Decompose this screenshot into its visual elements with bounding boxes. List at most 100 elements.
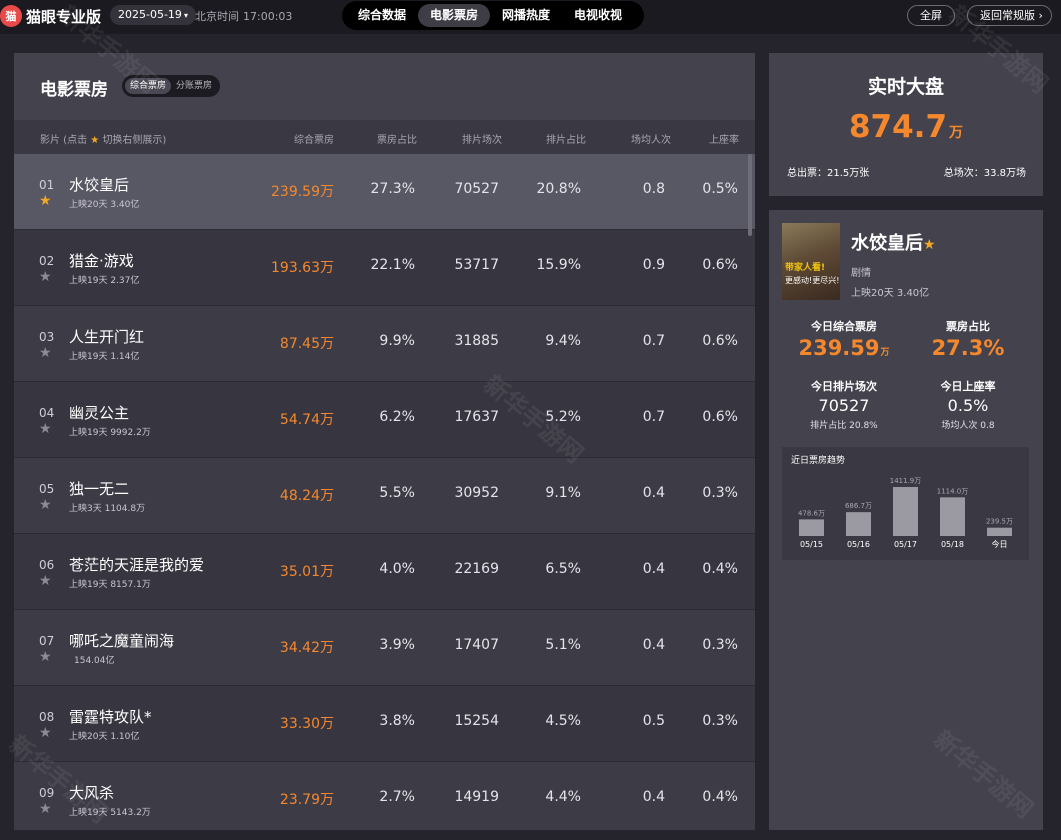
header-bo-ratio[interactable]: 票房占比 bbox=[377, 131, 417, 146]
total-tickets: 总出票：21.5万张 bbox=[787, 168, 870, 179]
table-row[interactable]: 09 ★ 大风杀 上映19天 5143.2万 23.79万 2.7% 14919… bbox=[14, 762, 755, 830]
row-session-ratio: 20.8% bbox=[536, 181, 581, 197]
toggle-combined[interactable]: 综合票房 bbox=[125, 78, 172, 94]
table-row[interactable]: 07 ★ 哪吒之魔童闹海 154.04亿 34.42万 3.9% 17407 5… bbox=[14, 610, 755, 686]
fullscreen-button[interactable]: 全屏 bbox=[907, 5, 955, 26]
app-logo[interactable]: 猫 猫眼专业版 bbox=[0, 4, 101, 28]
app-title: 猫眼专业版 bbox=[26, 7, 102, 26]
tab-tv-ratings[interactable]: 电视收视 bbox=[562, 4, 634, 27]
poster-text-2: 更感动!更尽兴! bbox=[785, 276, 840, 285]
star-icon[interactable]: ★ bbox=[39, 725, 52, 741]
chevron-right-icon: › bbox=[1038, 9, 1043, 22]
row-box-office: 54.74万 bbox=[279, 412, 334, 428]
star-icon[interactable]: ★ bbox=[39, 497, 52, 513]
star-icon[interactable]: ★ bbox=[39, 193, 52, 209]
header-occupancy[interactable]: 上座率 bbox=[709, 131, 739, 146]
row-session-ratio: 5.1% bbox=[545, 637, 581, 653]
row-rank: 07 bbox=[39, 634, 55, 648]
row-sessions: 31885 bbox=[454, 333, 499, 349]
row-rank: 06 bbox=[39, 558, 55, 572]
row-occupancy: 0.3% bbox=[702, 637, 738, 653]
back-to-regular-button[interactable]: 返回常规版 › bbox=[967, 5, 1052, 26]
movie-detail-panel: 带家人看! 更感动!更尽兴! 水饺皇后★ 剧情 上映20天 3.40亿 今日综合… bbox=[769, 210, 1043, 830]
trend-category-label: 今日 bbox=[992, 539, 1008, 549]
row-session-ratio: 6.5% bbox=[545, 561, 581, 577]
row-per-session: 0.7 bbox=[642, 409, 665, 425]
stat-sub: 排片占比 20.8% bbox=[810, 421, 878, 431]
row-session-ratio: 9.1% bbox=[545, 485, 581, 501]
table-row[interactable]: 03 ★ 人生开门红 上映19天 1.14亿 87.45万 9.9% 31885… bbox=[14, 306, 755, 382]
star-icon[interactable]: ★ bbox=[39, 649, 52, 665]
beijing-clock: 北京时间 17:00:03 bbox=[195, 8, 292, 24]
stat-label: 今日排片场次 bbox=[811, 380, 877, 393]
stat-value: 0.5% bbox=[947, 396, 989, 415]
star-icon[interactable]: ★ bbox=[39, 421, 52, 437]
row-box-office: 23.79万 bbox=[279, 792, 334, 808]
row-meta: 上映3天 1104.8万 bbox=[69, 504, 146, 514]
row-box-office: 33.30万 bbox=[279, 716, 334, 732]
star-icon[interactable]: ★ bbox=[39, 573, 52, 589]
header-film-prefix: 影片 (点击 bbox=[40, 135, 88, 146]
stat-today-occupancy: 今日上座率 0.5% 场均人次 0.8 bbox=[903, 378, 1033, 431]
movie-list: 01 ★ 水饺皇后 上映20天 3.40亿 239.59万 27.3% 7052… bbox=[14, 154, 755, 830]
row-sessions: 17637 bbox=[454, 409, 499, 425]
row-meta: 154.04亿 bbox=[74, 656, 115, 666]
row-per-session: 0.8 bbox=[642, 181, 665, 197]
stat-today-sessions: 今日排片场次 70527 排片占比 20.8% bbox=[779, 378, 909, 431]
list-scrollbar[interactable] bbox=[748, 154, 752, 236]
toggle-split[interactable]: 分账票房 bbox=[171, 78, 217, 94]
row-per-session: 0.7 bbox=[642, 333, 665, 349]
row-per-session: 0.4 bbox=[642, 485, 665, 501]
trend-category-label: 05/16 bbox=[847, 540, 870, 549]
trend-bar bbox=[799, 519, 824, 536]
trend-value-label: 478.6万 bbox=[798, 509, 825, 517]
tab-web-heat[interactable]: 网播热度 bbox=[490, 4, 562, 27]
date-value: 2025-05-19 bbox=[118, 8, 182, 21]
row-per-session: 0.9 bbox=[642, 257, 665, 273]
row-bo-ratio: 9.9% bbox=[379, 333, 415, 349]
table-row[interactable]: 02 ★ 猎金·游戏 上映19天 2.37亿 193.63万 22.1% 537… bbox=[14, 230, 755, 306]
row-bo-ratio: 3.8% bbox=[379, 713, 415, 729]
star-icon[interactable]: ★ bbox=[39, 801, 52, 817]
trend-category-label: 05/15 bbox=[800, 540, 823, 549]
top-bar: 猫 猫眼专业版 2025-05-19 ▾ 北京时间 17:00:03 综合数据 电影… bbox=[0, 0, 1061, 34]
row-rank: 03 bbox=[39, 330, 55, 344]
row-sessions: 53717 bbox=[454, 257, 499, 273]
star-icon[interactable]: ★ bbox=[39, 269, 52, 285]
recent-trend-chart: 478.6万 05/15 686.7万 05/16 1411.9万 05/17 1114.0… bbox=[782, 447, 1029, 560]
table-row[interactable]: 06 ★ 苍茫的天涯是我的爱 上映19天 8157.1万 35.01万 4.0%… bbox=[14, 534, 755, 610]
row-occupancy: 0.6% bbox=[702, 257, 738, 273]
header-box-office[interactable]: 综合票房 bbox=[294, 131, 334, 146]
box-office-type-toggle: 综合票房 分账票房 bbox=[122, 75, 221, 97]
date-picker[interactable]: 2025-05-19 ▾ bbox=[110, 5, 196, 25]
row-sessions: 17407 bbox=[454, 637, 499, 653]
header-film: 影片 (点击 ★ 切换右侧展示) bbox=[40, 131, 166, 146]
tab-overview[interactable]: 综合数据 bbox=[346, 4, 418, 27]
tab-movie-box-office[interactable]: 电影票房 bbox=[418, 4, 491, 27]
row-name: 幽灵公主 bbox=[69, 404, 130, 422]
table-row[interactable]: 08 ★ 雷霆特攻队* 上映20天 1.10亿 33.30万 3.8% 1525… bbox=[14, 686, 755, 762]
star-icon[interactable]: ★ bbox=[39, 345, 52, 361]
row-bo-ratio: 2.7% bbox=[379, 789, 415, 805]
header-sessions[interactable]: 排片场次 bbox=[462, 131, 502, 146]
trend-bar bbox=[940, 497, 965, 536]
star-icon: ★ bbox=[90, 135, 100, 146]
table-row[interactable]: 04 ★ 幽灵公主 上映19天 9992.2万 54.74万 6.2% 1763… bbox=[14, 382, 755, 458]
row-box-office: 87.45万 bbox=[279, 336, 334, 352]
total-sessions: 总场次：33.8万场 bbox=[943, 168, 1026, 179]
detail-name-text: 水饺皇后 bbox=[851, 233, 923, 254]
table-row[interactable]: 01 ★ 水饺皇后 上映20天 3.40亿 239.59万 27.3% 7052… bbox=[14, 154, 755, 230]
row-rank: 08 bbox=[39, 710, 55, 724]
row-bo-ratio: 6.2% bbox=[379, 409, 415, 425]
table-row[interactable]: 05 ★ 独一无二 上映3天 1104.8万 48.24万 5.5% 30952… bbox=[14, 458, 755, 534]
row-session-ratio: 15.9% bbox=[536, 257, 581, 273]
row-per-session: 0.5 bbox=[642, 713, 665, 729]
trend-value-label: 1411.9万 bbox=[890, 477, 922, 485]
header-session-ratio[interactable]: 排片占比 bbox=[546, 131, 586, 146]
stat-value: 70527 bbox=[818, 396, 870, 415]
chevron-down-icon: ▾ bbox=[183, 11, 188, 20]
row-name: 大风杀 bbox=[69, 784, 115, 802]
row-box-office: 35.01万 bbox=[279, 564, 334, 580]
row-meta: 上映19天 8157.1万 bbox=[69, 580, 151, 590]
header-per-session[interactable]: 场均人次 bbox=[631, 131, 671, 146]
